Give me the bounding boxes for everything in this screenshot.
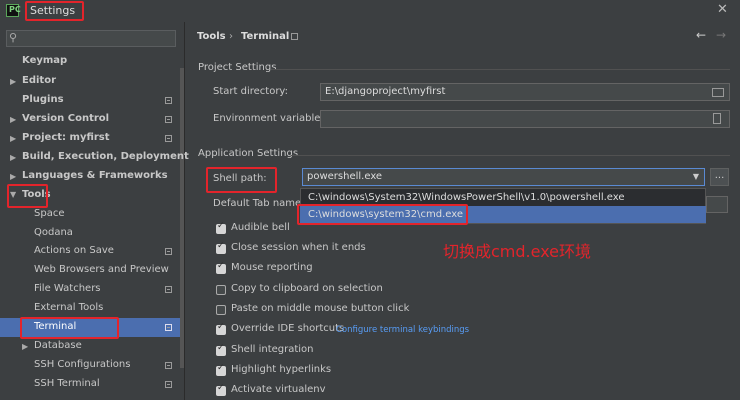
close-icon[interactable]: ✕ xyxy=(717,2,728,17)
shell-integration-label: Shell integration xyxy=(231,344,314,355)
breadcrumb-terminal: Terminal xyxy=(241,31,290,42)
app-logo-icon: PC xyxy=(6,4,21,17)
settings-scope-icon xyxy=(165,324,172,331)
document-icon[interactable] xyxy=(713,113,721,124)
activate-virtualenv-label: Activate virtualenv xyxy=(231,384,326,395)
activate-virtualenv-checkbox[interactable] xyxy=(216,383,226,396)
shell-path-field[interactable]: powershell.exe xyxy=(302,168,705,186)
close-session-checkbox[interactable] xyxy=(216,241,226,254)
default-tab-name-label: Default Tab name: xyxy=(213,198,305,209)
sidebar-scrollbar[interactable] xyxy=(180,68,184,368)
breadcrumb-tools[interactable]: Tools xyxy=(197,31,226,42)
copy-to-clipboard-label: Copy to clipboard on selection xyxy=(231,283,383,294)
browse-button[interactable]: ... xyxy=(710,168,729,186)
sidebar-item-keymap[interactable]: Keymap xyxy=(22,52,67,70)
title-bar xyxy=(0,0,740,22)
chevron-right-icon[interactable]: ▶ xyxy=(10,134,16,143)
settings-scope-icon xyxy=(165,286,172,293)
override-ide-shortcuts-label: Override IDE shortcuts xyxy=(231,323,345,334)
paste-middle-click-label: Paste on middle mouse button click xyxy=(231,303,410,314)
annotation-text: 切换成cmd.exe环境 xyxy=(443,242,592,261)
sidebar-item-version-control[interactable]: Version Control xyxy=(22,110,109,128)
settings-scope-icon xyxy=(291,33,298,40)
start-directory-label: Start directory: xyxy=(213,86,288,97)
sidebar-item-space[interactable]: Space xyxy=(34,205,64,223)
default-tab-name-field[interactable] xyxy=(706,196,728,213)
sidebar-item-project[interactable]: Project: myfirst xyxy=(22,129,110,147)
settings-scope-icon xyxy=(165,381,172,388)
settings-scope-icon xyxy=(165,135,172,142)
environment-variables-field[interactable] xyxy=(320,110,730,128)
back-arrow-icon[interactable]: ← xyxy=(696,28,706,42)
paste-middle-click-checkbox[interactable] xyxy=(216,305,226,315)
environment-variables-label: Environment variables: xyxy=(213,113,329,124)
sidebar-item-database[interactable]: Database xyxy=(34,337,82,355)
mouse-reporting-label: Mouse reporting xyxy=(231,262,313,273)
override-ide-shortcuts-checkbox[interactable] xyxy=(216,322,226,335)
shell-integration-checkbox[interactable] xyxy=(216,343,226,356)
mouse-reporting-checkbox[interactable] xyxy=(216,261,226,274)
section-divider xyxy=(291,155,730,156)
sidebar-item-plugins[interactable]: Plugins xyxy=(22,91,64,109)
search-input[interactable] xyxy=(6,30,176,47)
sidebar-item-editor[interactable]: Editor xyxy=(22,72,56,90)
highlight-hyperlinks-label: Highlight hyperlinks xyxy=(231,364,332,375)
sidebar-item-external-tools[interactable]: External Tools xyxy=(34,299,103,317)
chevron-right-icon[interactable]: ▶ xyxy=(22,342,28,351)
highlight-box-shell-path xyxy=(206,167,277,193)
chevron-down-icon[interactable]: ▼ xyxy=(688,168,704,186)
breadcrumb-separator: › xyxy=(229,31,233,42)
folder-icon[interactable] xyxy=(712,88,724,97)
audible-bell-label: Audible bell xyxy=(231,222,290,233)
sidebar-item-ssh-terminal[interactable]: SSH Terminal xyxy=(34,375,100,393)
sidebar-item-build[interactable]: Build, Execution, Deployment xyxy=(22,148,189,166)
settings-scope-icon xyxy=(165,248,172,255)
configure-keybindings-link[interactable]: Configure terminal keybindings xyxy=(336,325,469,335)
section-divider xyxy=(272,69,730,70)
project-settings-header: Project Settings xyxy=(198,62,277,73)
settings-scope-icon xyxy=(165,116,172,123)
search-icon: ⚲ xyxy=(9,31,18,44)
sidebar-item-ssh-configurations[interactable]: SSH Configurations xyxy=(34,356,130,374)
close-session-label: Close session when it ends xyxy=(231,242,366,253)
settings-scope-icon xyxy=(165,97,172,104)
sidebar-item-file-watchers[interactable]: File Watchers xyxy=(34,280,101,298)
application-settings-header: Application Settings xyxy=(198,148,299,159)
forward-arrow-icon[interactable]: → xyxy=(716,28,726,42)
highlight-box-cmd xyxy=(297,204,468,225)
highlight-box-terminal xyxy=(20,317,119,339)
audible-bell-checkbox[interactable] xyxy=(216,221,226,234)
sidebar-item-languages[interactable]: Languages & Frameworks xyxy=(22,167,168,185)
sidebar-item-actions-on-save[interactable]: Actions on Save xyxy=(34,242,114,260)
settings-scope-icon xyxy=(165,362,172,369)
highlight-hyperlinks-checkbox[interactable] xyxy=(216,363,226,376)
highlight-box-title xyxy=(25,1,84,21)
chevron-right-icon[interactable]: ▶ xyxy=(10,172,16,181)
sidebar-item-qodana[interactable]: Qodana xyxy=(34,224,73,242)
chevron-right-icon[interactable]: ▶ xyxy=(10,153,16,162)
chevron-right-icon[interactable]: ▶ xyxy=(10,77,16,86)
chevron-right-icon[interactable]: ▶ xyxy=(10,115,16,124)
copy-to-clipboard-checkbox[interactable] xyxy=(216,285,226,295)
sidebar-item-web-browsers[interactable]: Web Browsers and Preview xyxy=(34,261,169,279)
start-directory-field[interactable]: E:\djangoproject\myfirst xyxy=(320,83,730,101)
